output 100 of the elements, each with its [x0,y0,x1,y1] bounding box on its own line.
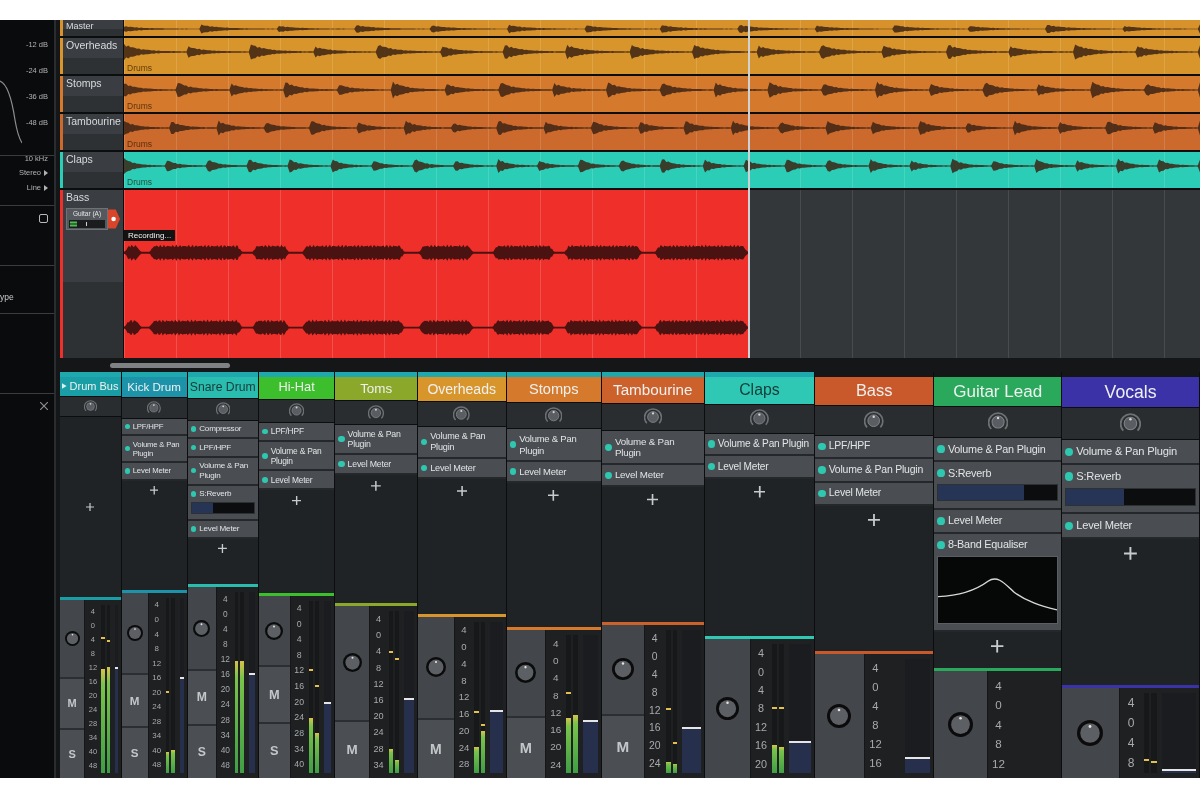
track-name: Tambourine [66,116,120,128]
checkbox[interactable] [39,214,48,223]
rotary-knob[interactable] [611,658,634,681]
plugin-item[interactable]: Level Meter [934,509,1062,534]
plugin-item[interactable]: S:Reverb [934,462,1062,485]
rotary-knob[interactable] [1077,719,1104,746]
meter-scale-label: 0 [460,640,468,654]
plugin-item[interactable]: Level Meter [1062,514,1199,539]
input-meter-icon [69,219,105,228]
plugin-item[interactable]: Level Meter [815,482,934,507]
meter-scale-label: 8 [375,661,383,675]
pan-knob[interactable] [289,403,305,419]
pan-knob[interactable] [368,404,385,421]
pan-knob[interactable] [215,402,230,417]
meter-scale-label: 4 [650,632,659,647]
clip-label: Drums [126,139,154,149]
rotary-knob[interactable] [342,653,362,673]
channel-header[interactable]: Snare Drum [187,377,258,399]
plugin-item[interactable]: Volume & Pan Plugin [1062,440,1199,465]
plus-icon [647,494,659,506]
plugin-item[interactable]: S:Reverb [1062,465,1199,488]
close-button[interactable] [40,402,48,410]
toggle-button[interactable]: M [506,715,546,778]
plugin-item[interactable]: Volume & Pan Plugin [506,429,601,462]
fader-track[interactable] [249,591,255,773]
rotary-knob[interactable] [715,697,739,721]
pan-knob[interactable] [545,406,563,425]
fader-track[interactable] [490,622,503,773]
record-button[interactable] [108,207,120,230]
fader-track[interactable] [323,600,332,773]
fader-track[interactable] [179,598,184,773]
rotary-knob[interactable] [64,631,80,647]
plugin-item[interactable]: Volume & Pan Plugin [815,459,934,483]
plugin-item[interactable]: LPF/HPF [815,435,934,460]
field-label: ype [0,292,15,302]
meter-scale-label: 4 [295,633,303,647]
fader-track[interactable] [682,630,701,773]
meter-scale-label: 16 [868,756,883,771]
toggle-button[interactable]: M [258,665,290,722]
meter-scale-label: 24 [549,757,563,772]
rotary-knob[interactable] [193,619,211,637]
meter-scale-label: 16 [219,668,231,682]
rotary-knob[interactable] [425,657,446,678]
meter-scale-label: 0 [375,629,383,643]
fader-track[interactable] [789,644,812,773]
fader-track[interactable] [115,605,118,773]
plugin-item[interactable]: Volume & Pan Plugin [335,425,417,456]
toggle-button[interactable]: M [60,677,85,728]
eq-curve [0,80,22,144]
plugin-item[interactable]: Volume & Pan Plugin [601,431,704,466]
toggle-button[interactable]: S [60,727,85,778]
toggle-button[interactable]: M [601,713,644,778]
meter-scale-label: 34 [219,728,231,742]
meter-scale-label: 28 [372,742,385,756]
meter-scale-label: 8 [295,648,303,662]
rotary-knob[interactable] [265,621,284,640]
plugin-item[interactable]: Volume & Pan Plugin [258,442,335,472]
meter-scale-label: 20 [219,683,231,697]
slider-track[interactable] [937,484,1059,502]
plus-icon [868,513,881,526]
rotary-knob[interactable] [126,625,143,642]
pan-knob[interactable] [987,411,1008,432]
plugin-item[interactable]: Level Meter [601,465,704,488]
rotary-knob[interactable] [947,711,973,737]
plugin-item[interactable]: Level Meter [258,471,335,491]
rotary-knob[interactable] [827,704,852,729]
pan-knob[interactable] [453,405,470,423]
toggle-button[interactable]: M [121,673,148,726]
meter-scale-label: 24 [647,757,662,772]
toggle-button[interactable]: M [335,719,369,778]
scrollbar-thumb[interactable] [110,362,230,368]
pan-knob[interactable] [864,410,884,430]
toggle-button[interactable]: M [417,717,454,778]
pan-knob[interactable] [1120,413,1142,434]
fader-track[interactable] [904,659,931,773]
rotary-knob[interactable] [515,662,537,684]
meter-scale-label: 20 [549,740,563,755]
channel-header[interactable]: Bass [815,377,934,406]
meter-scale-label: 8 [552,688,560,703]
plugin-item[interactable]: Level Meter [704,456,815,480]
fader-track[interactable] [1161,692,1196,773]
toggle-button[interactable]: M [187,669,217,724]
toggle-button[interactable]: S [258,721,290,778]
plugin-item[interactable]: LPF/HPF [187,439,258,458]
plugin-item[interactable]: LPF/HPF [258,423,335,443]
meter-scale-label: 24 [457,740,471,755]
meter-scale-label: 0 [295,617,303,631]
channel-header[interactable]: Vocals [1062,377,1199,408]
plugin-item[interactable]: Volume & Pan Plugin [417,427,506,459]
pan-knob[interactable] [147,400,161,415]
plugin-item[interactable]: 8-Band Equaliser [934,533,1062,557]
plugin-item[interactable]: Level Meter [335,455,417,476]
channel-header[interactable]: Claps [704,377,815,405]
pan-knob[interactable] [83,399,97,413]
meter-scale-label: 4 [650,667,659,682]
fader-track[interactable] [404,611,414,773]
plugin-item[interactable]: Volume & Pan Plugin [187,457,258,486]
plugin-item[interactable]: Volume & Pan Plugin [934,437,1062,463]
clip-label: Drums [126,177,154,187]
fader-track[interactable] [582,634,598,773]
